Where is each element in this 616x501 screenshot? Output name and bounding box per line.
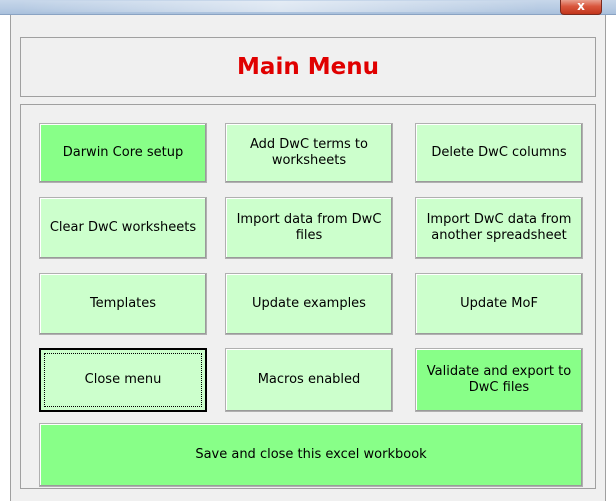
- validate-export-button[interactable]: Validate and export to DwC files: [415, 348, 583, 412]
- header-panel: Main Menu: [20, 37, 596, 97]
- buttons-panel: Darwin Core setup Add DwC terms to works…: [20, 104, 596, 489]
- update-examples-label: Update examples: [252, 296, 366, 311]
- close-window-button[interactable]: x: [560, 0, 602, 15]
- import-from-dwc-files-button[interactable]: Import data from DwC files: [225, 197, 393, 259]
- import-from-spreadsheet-button[interactable]: Import DwC data from another spreadsheet: [415, 197, 583, 259]
- templates-label: Templates: [89, 296, 157, 311]
- darwin-core-setup-label: Darwin Core setup: [62, 145, 184, 160]
- page-title: Main Menu: [237, 54, 379, 80]
- clear-dwc-worksheets-button[interactable]: Clear DwC worksheets: [39, 197, 207, 259]
- add-dwc-terms-button[interactable]: Add DwC terms to worksheets: [225, 123, 393, 183]
- save-close-workbook-button[interactable]: Save and close this excel workbook: [39, 423, 583, 487]
- validate-export-label: Validate and export to DwC files: [426, 364, 572, 395]
- close-menu-button[interactable]: Close menu: [39, 348, 207, 412]
- title-bar-glass: [20, 1, 540, 12]
- close-menu-label: Close menu: [84, 372, 162, 387]
- darwin-core-setup-button[interactable]: Darwin Core setup: [39, 123, 207, 183]
- delete-dwc-columns-label: Delete DwC columns: [431, 145, 567, 160]
- save-close-workbook-label: Save and close this excel workbook: [195, 447, 427, 462]
- clear-dwc-worksheets-label: Clear DwC worksheets: [49, 220, 197, 235]
- update-mof-button[interactable]: Update MoF: [415, 273, 583, 335]
- add-dwc-terms-label: Add DwC terms to worksheets: [250, 137, 368, 168]
- update-examples-button[interactable]: Update examples: [225, 273, 393, 335]
- import-from-spreadsheet-label: Import DwC data from another spreadsheet: [426, 212, 572, 243]
- main-menu-dialog: Main Menu Darwin Core setup Add DwC term…: [10, 15, 606, 501]
- delete-dwc-columns-button[interactable]: Delete DwC columns: [415, 123, 583, 183]
- window-title-bar: x: [0, 0, 616, 15]
- update-mof-label: Update MoF: [460, 296, 538, 311]
- macros-enabled-label: Macros enabled: [257, 372, 361, 387]
- import-from-dwc-files-label: Import data from DwC files: [236, 212, 382, 243]
- templates-button[interactable]: Templates: [39, 273, 207, 335]
- macros-enabled-button[interactable]: Macros enabled: [225, 348, 393, 412]
